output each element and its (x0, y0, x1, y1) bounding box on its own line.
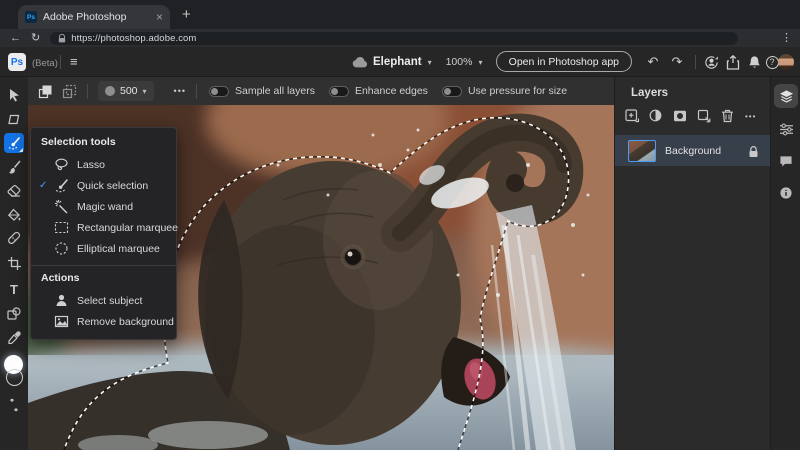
layer-thumbnail[interactable] (628, 140, 656, 162)
browser-menu-icon[interactable]: ⋮ (781, 31, 792, 44)
tab-title: Adobe Photoshop (43, 11, 152, 23)
panel-strip (770, 77, 800, 450)
enhance-edges-toggle[interactable] (329, 86, 349, 97)
rectangular-marquee-icon (54, 220, 69, 235)
add-to-selection-icon[interactable] (38, 84, 53, 99)
back-icon[interactable]: ← (10, 33, 21, 44)
eraser-tool[interactable] (6, 183, 22, 199)
check-icon: ✓ (39, 180, 54, 191)
transform-layer-icon[interactable] (697, 109, 711, 123)
tool-options-bar: 500 ▾ ••• Sample all layers Enhance edge… (28, 77, 614, 105)
divider (60, 55, 61, 69)
chevron-down-icon: ▾ (478, 58, 482, 67)
user-avatar[interactable] (778, 54, 794, 70)
export-share-icon[interactable] (724, 47, 742, 77)
magic-wand-icon (54, 199, 69, 214)
move-tool[interactable] (6, 87, 22, 103)
brush-size-value: 500 (120, 85, 138, 97)
lock-icon[interactable] (748, 145, 759, 157)
tools-sidebar: T (0, 77, 28, 450)
add-layer-icon[interactable] (625, 109, 639, 123)
sample-all-layers-label: Sample all layers (235, 85, 315, 97)
menu-item-quick-selection[interactable]: ✓ Quick selection (31, 175, 176, 196)
remove-background-icon (54, 314, 69, 329)
layer-name: Background (665, 145, 748, 157)
flyout-divider (31, 265, 176, 266)
layers-panel: Layers ••• Background (614, 77, 770, 450)
elliptical-marquee-icon (54, 241, 69, 256)
transform-selection-tool[interactable] (6, 111, 22, 127)
photoshop-logo: Ps (8, 53, 26, 71)
browser-tab[interactable]: Ps Adobe Photoshop × (18, 5, 170, 29)
adjustment-icon[interactable] (649, 109, 663, 123)
app-header: Ps (Beta) ≡ Elephant ▾ 100% ▾ Open in Ph… (0, 47, 800, 77)
divider (695, 55, 696, 69)
actions-title: Actions (31, 272, 176, 290)
subtract-from-selection-icon[interactable] (62, 84, 77, 99)
eyedropper-tool[interactable] (6, 329, 22, 345)
selection-tools-flyout: Selection tools Lasso ✓ Quick selection … (30, 127, 177, 340)
enhance-edges-label: Enhance edges (355, 85, 428, 97)
beta-badge: (Beta) (32, 58, 58, 69)
chevron-down-icon: ▾ (143, 87, 147, 96)
background-color-swatch[interactable] (6, 369, 23, 386)
swap-colors-icon[interactable] (6, 397, 22, 413)
tab-close-icon[interactable]: × (156, 11, 163, 23)
brush-preview-icon (105, 86, 115, 96)
layers-panel-tab[interactable] (774, 84, 798, 108)
layers-panel-title: Layers (615, 77, 770, 99)
type-tool[interactable]: T (6, 281, 22, 297)
lasso-icon (54, 157, 69, 172)
address-bar[interactable]: https://photoshop.adobe.com (50, 32, 738, 45)
more-options-icon[interactable]: ••• (174, 86, 186, 96)
menu-item-lasso[interactable]: Lasso (31, 154, 176, 175)
photoshop-web-window: Ps Adobe Photoshop × + ← ↻ https://photo… (0, 0, 800, 450)
sample-all-layers-toggle[interactable] (209, 86, 229, 97)
https-lock-icon (58, 34, 66, 43)
redo-icon[interactable]: ↷ (668, 47, 686, 77)
use-pressure-label: Use pressure for size (468, 85, 567, 97)
document-switcher[interactable]: Elephant ▾ 100% ▾ (352, 47, 482, 77)
url-text: https://photoshop.adobe.com (71, 33, 196, 44)
zoom-level[interactable]: 100% (446, 56, 473, 68)
layer-row-background[interactable]: Background (615, 135, 771, 166)
flyout-title: Selection tools (31, 136, 176, 154)
shapes-tool[interactable] (6, 305, 22, 321)
menu-item-magic-wand[interactable]: Magic wand (31, 196, 176, 217)
adjustments-panel-tab[interactable] (774, 117, 798, 141)
open-in-photoshop-app-button[interactable]: Open in Photoshop app (496, 51, 632, 72)
select-subject-icon (54, 293, 69, 308)
crop-tool[interactable] (6, 255, 22, 271)
use-pressure-toggle[interactable] (442, 86, 462, 97)
quick-selection-tool[interactable] (4, 133, 24, 153)
menu-item-select-subject[interactable]: Select subject (31, 290, 176, 311)
notifications-bell-icon[interactable] (745, 47, 763, 77)
quick-selection-icon (54, 178, 69, 193)
chevron-down-icon: ▾ (428, 58, 432, 67)
layers-more-icon[interactable]: ••• (745, 112, 756, 121)
browser-tabstrip: Ps Adobe Photoshop × + (0, 0, 800, 29)
menu-item-elliptical-marquee[interactable]: Elliptical marquee (31, 238, 176, 259)
healing-brush-tool[interactable] (6, 231, 22, 247)
undo-icon[interactable]: ↶ (644, 47, 662, 77)
browser-toolbar: ← ↻ https://photoshop.adobe.com (0, 29, 800, 47)
paint-bucket-tool[interactable] (6, 207, 22, 223)
invite-people-icon[interactable] (702, 47, 720, 77)
tool-flyout-indicator (19, 148, 23, 152)
brush-tool[interactable] (6, 159, 22, 175)
delete-layer-icon[interactable] (721, 109, 735, 123)
comments-panel-tab[interactable] (774, 149, 798, 173)
photoshop-favicon: Ps (25, 11, 37, 23)
menu-item-remove-background[interactable]: Remove background (31, 311, 176, 332)
info-panel-tab[interactable] (774, 181, 798, 205)
brush-size-dropdown[interactable]: 500 ▾ (98, 81, 154, 101)
reload-icon[interactable]: ↻ (31, 33, 40, 44)
cloud-icon (352, 57, 367, 68)
hamburger-menu-icon[interactable]: ≡ (70, 54, 78, 69)
menu-item-rectangular-marquee[interactable]: Rectangular marquee (31, 217, 176, 238)
new-tab-button[interactable]: + (182, 6, 191, 23)
layer-mask-icon[interactable] (673, 109, 687, 123)
document-name: Elephant (373, 56, 422, 68)
